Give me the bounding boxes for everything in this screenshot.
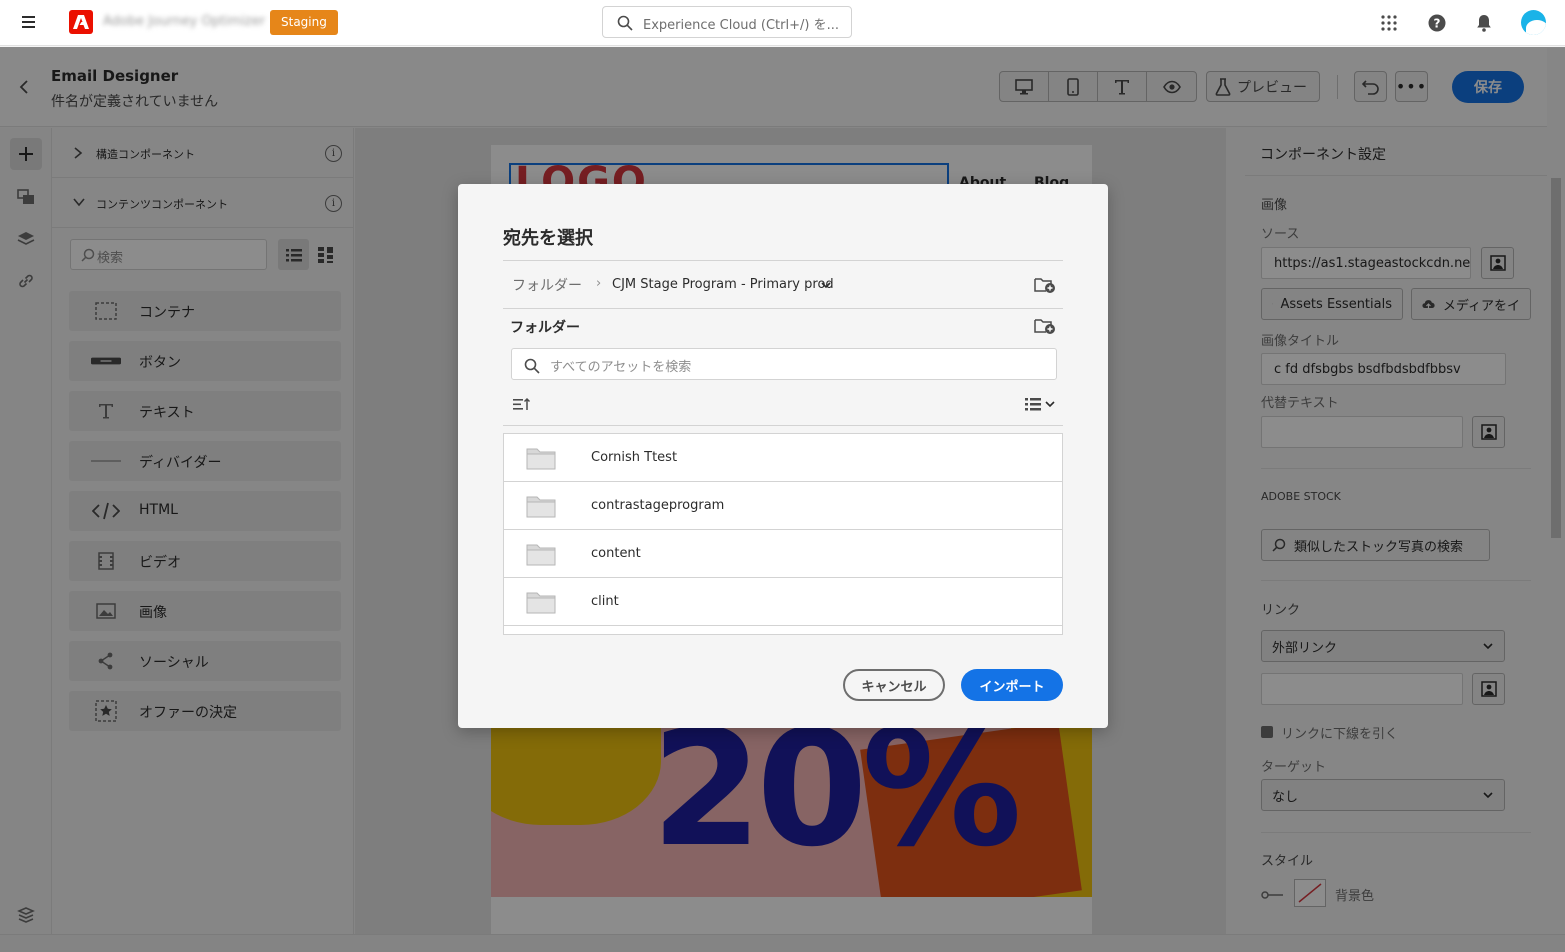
folder-row[interactable]: content (504, 530, 1062, 578)
folder-name: content (591, 546, 641, 561)
folder-row[interactable]: contrastageprogram (504, 482, 1062, 530)
notifications-bell-icon[interactable] (1473, 12, 1495, 34)
menu-icon[interactable] (22, 13, 42, 33)
folder-icon (526, 448, 556, 470)
search-icon (524, 358, 540, 374)
import-button[interactable]: インポート (961, 669, 1063, 701)
app-name[interactable]: Adobe Journey Optimizer (103, 14, 265, 29)
list-view-icon (1025, 398, 1041, 411)
cancel-button[interactable]: キャンセル (843, 669, 945, 701)
folders-heading: フォルダー (510, 320, 580, 336)
dialog-divider (503, 425, 1063, 426)
dialog-divider (503, 308, 1063, 309)
breadcrumb-current[interactable]: CJM Stage Program - Primary prod (612, 277, 834, 292)
folder-name: Cornish Ttest (591, 450, 678, 465)
adobe-logo-icon[interactable] (69, 10, 93, 34)
user-avatar[interactable] (1521, 10, 1546, 35)
breadcrumb-root[interactable]: フォルダー (512, 275, 582, 295)
dialog-title: 宛先を選択 (503, 228, 593, 249)
folder-icon (526, 544, 556, 566)
select-destination-dialog: 宛先を選択 フォルダー › CJM Stage Program - Primar… (458, 184, 1108, 728)
folder-name: contrastageprogram (591, 498, 725, 513)
environment-badge: Staging (270, 10, 338, 35)
global-search-input[interactable]: Experience Cloud (Ctrl+/) を... (602, 6, 852, 38)
chevron-down-icon (1045, 401, 1055, 408)
global-search-placeholder: Experience Cloud (Ctrl+/) を... (643, 18, 839, 33)
sort-icon[interactable] (512, 396, 532, 416)
folder-name: clint (591, 594, 619, 609)
folder-row[interactable]: Cornish Ttest (504, 434, 1062, 482)
svg-text:?: ? (1434, 17, 1441, 31)
dialog-divider (503, 260, 1063, 261)
new-folder-icon[interactable] (1034, 276, 1056, 294)
asset-search-input[interactable]: すべてのアセットを検索 (511, 348, 1057, 380)
breadcrumb-separator-icon: › (596, 276, 602, 291)
view-selector-button[interactable] (1024, 396, 1056, 412)
folder-list: Cornish Ttest contrastageprogram content… (503, 433, 1063, 635)
new-folder-icon[interactable] (1034, 317, 1056, 335)
chevron-down-icon[interactable] (820, 280, 832, 290)
shell-bar: Adobe Journey Optimizer Staging Experien… (0, 0, 1565, 46)
folder-icon (526, 496, 556, 518)
folder-icon (526, 592, 556, 614)
search-icon (617, 15, 633, 31)
folder-row[interactable]: clint (504, 578, 1062, 626)
apps-grid-icon[interactable] (1378, 12, 1400, 34)
asset-search-placeholder: すべてのアセットを検索 (550, 360, 692, 375)
help-icon[interactable]: ? (1426, 12, 1448, 34)
